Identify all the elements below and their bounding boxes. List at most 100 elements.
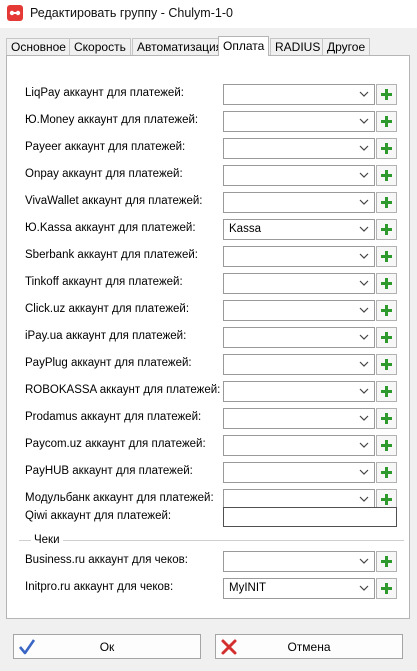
- account-select[interactable]: [223, 246, 375, 267]
- account-row-onpay: Onpay аккаунт для платежей:: [7, 165, 411, 187]
- payment-panel: LiqPay аккаунт для платежей: Ю.Money акк…: [6, 55, 410, 619]
- account-row-ipayua: iPay.ua аккаунт для платежей:: [7, 327, 411, 349]
- receipt-select[interactable]: [223, 551, 375, 572]
- account-select-value: Kassa: [229, 223, 261, 235]
- account-label: VivaWallet аккаунт для платежей:: [25, 195, 203, 207]
- account-label: PayHUB аккаунт для платежей:: [25, 465, 193, 477]
- account-select[interactable]: [223, 84, 375, 105]
- add-account-button[interactable]: [376, 192, 397, 213]
- account-select[interactable]: [223, 273, 375, 294]
- account-row-yukassa: Ю.Kassa аккаунт для платежей: Kassa: [7, 219, 411, 241]
- account-select[interactable]: [223, 327, 375, 348]
- tab-automation[interactable]: Автоматизация: [132, 38, 228, 55]
- add-account-button[interactable]: [376, 300, 397, 321]
- plus-icon: [381, 305, 392, 316]
- plus-icon: [381, 197, 392, 208]
- account-label: Ю.Money аккаунт для платежей:: [25, 114, 199, 126]
- ok-label: Ок: [99, 640, 115, 654]
- account-label: Click.uz аккаунт для платежей:: [25, 303, 190, 315]
- account-label: Paycom.uz аккаунт для платежей:: [25, 438, 206, 450]
- chevron-down-icon: [359, 145, 369, 151]
- chevron-down-icon: [359, 172, 369, 178]
- account-select[interactable]: [223, 138, 375, 159]
- account-select[interactable]: [223, 435, 375, 456]
- qiwi-input[interactable]: [223, 507, 397, 527]
- plus-icon: [381, 359, 392, 370]
- account-select[interactable]: [223, 381, 375, 402]
- chevron-down-icon: [359, 388, 369, 394]
- tab-speed[interactable]: Скорость: [69, 38, 131, 55]
- add-account-button[interactable]: [376, 408, 397, 429]
- add-account-button[interactable]: [376, 435, 397, 456]
- plus-icon: [381, 224, 392, 235]
- receipt-select-value: MyINIT: [229, 582, 267, 594]
- plus-icon: [381, 278, 392, 289]
- account-select[interactable]: [223, 354, 375, 375]
- title-bar[interactable]: Редактировать группу - Chulym-1-0: [0, 0, 417, 28]
- tab-payment[interactable]: Оплата: [218, 36, 270, 56]
- plus-icon: [381, 143, 392, 154]
- add-receipt-account-button[interactable]: [376, 551, 397, 572]
- account-select[interactable]: [223, 165, 375, 186]
- account-select[interactable]: [223, 462, 375, 483]
- add-account-button[interactable]: [376, 462, 397, 483]
- account-row-tinkoff: Tinkoff аккаунт для платежей:: [7, 273, 411, 295]
- tab-radius[interactable]: RADIUS: [270, 38, 326, 55]
- ok-button[interactable]: Ок: [13, 634, 201, 659]
- add-account-button[interactable]: [376, 84, 397, 105]
- account-select[interactable]: [223, 192, 375, 213]
- account-row-clickuz: Click.uz аккаунт для платежей:: [7, 300, 411, 322]
- account-label: Модульбанк аккаунт для платежей:: [25, 492, 214, 504]
- account-row-liqpay: LiqPay аккаунт для платежей:: [7, 84, 411, 106]
- receipt-label: Initpro.ru аккаунт для чеков:: [25, 581, 174, 593]
- chevron-down-icon: [359, 585, 369, 591]
- plus-icon: [381, 413, 392, 424]
- plus-icon: [381, 556, 392, 567]
- add-account-button[interactable]: [376, 111, 397, 132]
- plus-icon: [381, 494, 392, 505]
- add-account-button[interactable]: [376, 138, 397, 159]
- plus-icon: [381, 116, 392, 127]
- account-row-payhub: PayHUB аккаунт для платежей:: [7, 462, 411, 484]
- account-label: Tinkoff аккаунт для платежей:: [25, 276, 183, 288]
- app-icon: [7, 5, 23, 21]
- chevron-down-icon: [359, 558, 369, 564]
- add-account-button[interactable]: [376, 273, 397, 294]
- account-label: ROBOKASSA аккаунт для платежей:: [25, 384, 221, 396]
- chevron-down-icon: [359, 118, 369, 124]
- account-row-payeer: Payeer аккаунт для платежей:: [7, 138, 411, 160]
- add-account-button[interactable]: [376, 354, 397, 375]
- account-select[interactable]: [223, 300, 375, 321]
- account-label: Ю.Kassa аккаунт для платежей:: [25, 222, 196, 234]
- cancel-button[interactable]: Отмена: [215, 634, 403, 659]
- add-account-button[interactable]: [376, 219, 397, 240]
- chevron-down-icon: [359, 334, 369, 340]
- chevron-down-icon: [359, 307, 369, 313]
- qiwi-label: Qiwi аккаунт для платежей:: [25, 510, 172, 522]
- account-select[interactable]: [223, 111, 375, 132]
- plus-icon: [381, 467, 392, 478]
- account-select[interactable]: Kassa: [223, 219, 375, 240]
- add-account-button[interactable]: [376, 381, 397, 402]
- chevron-down-icon: [359, 361, 369, 367]
- chevron-down-icon: [359, 442, 369, 448]
- add-account-button[interactable]: [376, 327, 397, 348]
- tab-other[interactable]: Другое: [322, 38, 371, 55]
- receipt-select[interactable]: MyINIT: [223, 578, 375, 599]
- tab-osnovnoe[interactable]: Основное: [6, 38, 71, 55]
- account-label: LiqPay аккаунт для платежей:: [25, 87, 184, 99]
- plus-icon: [381, 251, 392, 262]
- account-row-yumoney: Ю.Money аккаунт для платежей:: [7, 111, 411, 133]
- add-account-button[interactable]: [376, 246, 397, 267]
- account-row-prodamus: Prodamus аккаунт для платежей:: [7, 408, 411, 430]
- chevron-down-icon: [359, 469, 369, 475]
- qiwi-row: Qiwi аккаунт для платежей:: [7, 507, 411, 529]
- account-row-paycomuz: Paycom.uz аккаунт для платежей:: [7, 435, 411, 457]
- add-account-button[interactable]: [376, 165, 397, 186]
- plus-icon: [381, 332, 392, 343]
- add-receipt-account-button[interactable]: [376, 578, 397, 599]
- account-label: Sberbank аккаунт для платежей:: [25, 249, 198, 261]
- receipt-row-initpro: Initpro.ru аккаунт для чеков: MyINIT: [7, 578, 411, 600]
- account-select[interactable]: [223, 408, 375, 429]
- plus-icon: [381, 386, 392, 397]
